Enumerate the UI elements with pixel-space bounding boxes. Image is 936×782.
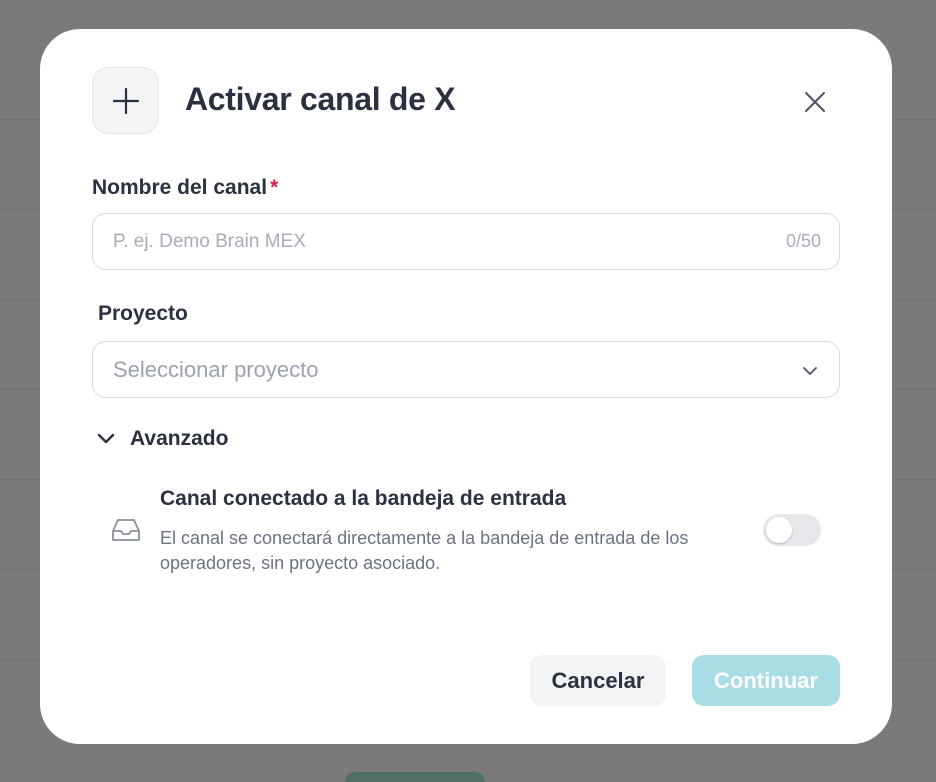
inbox-option-title: Canal conectado a la bandeja de entrada <box>160 487 567 510</box>
dialog-title: Activar canal de X <box>185 81 456 117</box>
chevron-down-icon <box>97 433 115 444</box>
channel-name-label-text: Nombre del canal <box>92 176 268 199</box>
inbox-connection-toggle[interactable] <box>763 514 821 546</box>
cancel-button[interactable]: Cancelar <box>530 655 666 706</box>
project-select[interactable]: Seleccionar proyecto <box>92 341 840 398</box>
plus-icon <box>92 67 159 134</box>
character-counter: 0/50 <box>785 231 821 251</box>
continue-button[interactable]: Continuar <box>692 655 840 706</box>
project-select-placeholder: Seleccionar proyecto <box>113 357 319 382</box>
advanced-label: Avanzado <box>130 427 229 450</box>
inbox-option-description: El canal se conectará directamente a la … <box>160 528 689 573</box>
advanced-toggle[interactable]: Avanzado <box>96 427 228 451</box>
activate-channel-dialog: Activar canal de X Nombre del canal* 0/5… <box>40 29 892 744</box>
background-button <box>345 772 485 782</box>
project-label: Proyecto <box>98 302 188 325</box>
channel-name-input[interactable] <box>113 214 753 269</box>
required-mark: * <box>270 176 279 199</box>
close-icon <box>805 92 825 112</box>
channel-name-field[interactable]: 0/50 <box>92 213 840 270</box>
channel-name-label: Nombre del canal * <box>92 176 278 200</box>
inbox-icon <box>112 519 140 541</box>
chevron-down-icon <box>803 367 817 375</box>
toggle-knob <box>766 517 792 543</box>
close-button[interactable] <box>800 87 830 117</box>
